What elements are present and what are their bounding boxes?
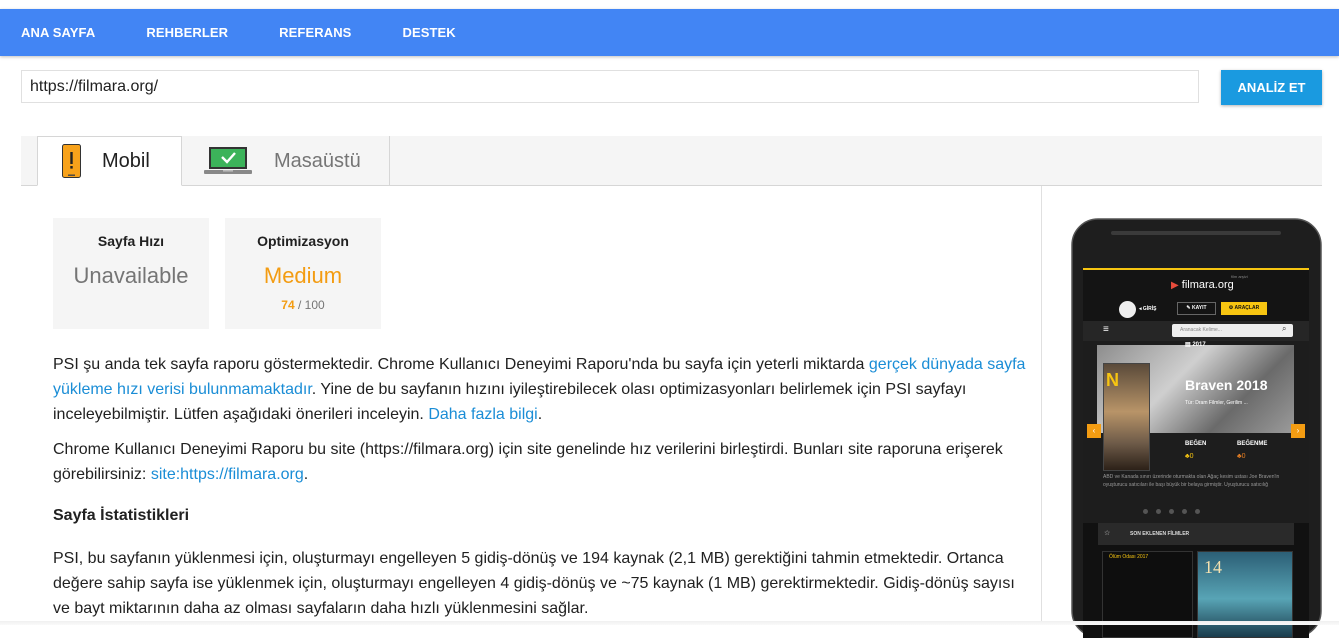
preview-login[interactable]: ◂ GİRİŞ	[1139, 306, 1157, 312]
preview-logo: ▶ filmara.org	[1171, 279, 1234, 291]
preview-tools[interactable]: ⚙ ARAÇLAR	[1221, 302, 1267, 315]
laptop-check-icon	[204, 147, 252, 174]
preview-card-1-title: Ölüm Odası 2017	[1109, 554, 1149, 560]
analyze-button[interactable]: ANALİZ ET	[1221, 70, 1322, 105]
url-input[interactable]	[21, 70, 1199, 103]
preview-search-icon: ⌕	[1282, 324, 1287, 333]
preview-like-count[interactable]: ♣0	[1185, 453, 1194, 460]
summary-paragraph: PSI şu anda tek sayfa raporu göstermekte…	[53, 352, 1028, 427]
preview-header: ▶ filmara.org film arşivi ◂ GİRİŞ ✎ KAYI…	[1083, 268, 1309, 321]
page-speed-title: Sayfa Hızı	[97, 233, 165, 249]
preview-register-label: KAYIT	[1192, 305, 1207, 311]
tab-mobile-label: Mobil	[102, 149, 150, 172]
page-stats-heading: Sayfa İstatistikleri	[53, 507, 190, 524]
optimization-score: 74 / 100	[225, 298, 381, 312]
tab-desktop[interactable]: Masaüstü	[182, 136, 390, 186]
preview-slide-description: ABD ve Kanada sınırı üzerinde oturmakta …	[1103, 474, 1280, 488]
preview-card-2-number: 14	[1204, 557, 1222, 577]
preview-dot[interactable]	[1195, 509, 1200, 514]
nav-reference[interactable]: REFERANS	[279, 25, 351, 40]
preview-register[interactable]: ✎ KAYIT	[1177, 302, 1216, 315]
optimization-score-max: / 100	[298, 298, 325, 312]
preview-avatar	[1119, 301, 1136, 318]
learn-more-link[interactable]: Daha fazla bilgi	[428, 406, 537, 423]
nav-home[interactable]: ANA SAYFA	[21, 25, 95, 40]
summary-text-1: PSI şu anda tek sayfa raporu göstermekte…	[53, 356, 869, 373]
nav-support[interactable]: DESTEK	[402, 25, 455, 40]
tab-desktop-label: Masaüstü	[274, 149, 361, 172]
site-report-link[interactable]: site:https://filmara.org	[151, 466, 304, 483]
summary-text-3: .	[537, 406, 543, 423]
content-divider	[1041, 186, 1042, 625]
optimization-score-box: Optimizasyon Medium 74 / 100	[225, 218, 381, 329]
preview-slide-title: Braven 2018	[1185, 377, 1268, 393]
preview-logo-icon: ▶	[1171, 280, 1179, 291]
preview-recent-section: ☆ SON EKLENEN FİLMLER	[1098, 523, 1294, 545]
preview-search-input[interactable]: Aranacak Kelime...	[1172, 324, 1293, 337]
top-navigation-bar: ANA SAYFA REHBERLER REFERANS DESTEK	[0, 9, 1339, 56]
mobile-preview: ▶ filmara.org film arşivi ◂ GİRİŞ ✎ KAYI…	[1071, 218, 1322, 638]
tab-mobile[interactable]: Mobil	[37, 136, 182, 186]
preview-tools-label: ARAÇLAR	[1234, 305, 1260, 311]
preview-slide-genre: Tür: Dram Filmler, Gerilim ...	[1185, 400, 1248, 406]
preview-slide-year: ▤ 2017	[1185, 342, 1206, 348]
preview-dislike-count-value: 0	[1241, 453, 1246, 460]
preview-dot[interactable]	[1169, 509, 1174, 514]
preview-like-count-value: 0	[1189, 453, 1194, 460]
preview-slider: N ▤ 2017 Braven 2018 Tür: Dram Filmler, …	[1083, 341, 1309, 523]
preview-search-row: ≡ Aranacak Kelime... ⌕	[1083, 321, 1309, 341]
preview-logo-small: film arşivi	[1231, 274, 1248, 279]
optimization-title: Optimizasyon	[257, 233, 349, 249]
page-speed-score-box: Sayfa Hızı Unavailable	[53, 218, 209, 329]
optimization-score-number: 74	[281, 298, 295, 312]
preview-star-icon: ☆	[1104, 530, 1111, 537]
mobile-phone-icon	[62, 144, 81, 178]
preview-dislike-label: BEĞENME	[1237, 441, 1268, 447]
preview-like-label: BEĞEN	[1185, 441, 1207, 447]
device-tabbar: Mobil Masaüstü	[21, 136, 1322, 186]
preview-recent-label: SON EKLENEN FİLMLER	[1130, 531, 1190, 537]
preview-slide-year-text: 2017	[1192, 342, 1206, 348]
bottom-edge	[0, 621, 1339, 625]
preview-menu-icon[interactable]: ≡	[1103, 325, 1109, 335]
preview-login-label: GİRİŞ	[1142, 306, 1157, 312]
preview-slide-poster: N	[1103, 363, 1150, 471]
nav-guides[interactable]: REHBERLER	[146, 25, 228, 40]
preview-logo-text: filmara.org	[1181, 279, 1234, 291]
origin-text-2: .	[303, 466, 309, 483]
preview-dislike-count[interactable]: ♣0	[1237, 453, 1246, 460]
optimization-value: Medium	[263, 263, 343, 288]
preview-dot[interactable]	[1182, 509, 1187, 514]
page-speed-value: Unavailable	[73, 263, 189, 288]
preview-search-placeholder: Aranacak Kelime...	[1180, 327, 1222, 333]
page-stats-paragraph: PSI, bu sayfanın yüklenmesi için, oluştu…	[53, 550, 1015, 617]
origin-paragraph: Chrome Kullanıcı Deneyimi Raporu bu site…	[53, 437, 1028, 487]
preview-slide-dots	[1143, 509, 1200, 514]
preview-poster-letter: N	[1106, 370, 1119, 390]
preview-prev-arrow[interactable]: ‹	[1087, 424, 1101, 438]
preview-dot[interactable]	[1156, 509, 1161, 514]
preview-next-arrow[interactable]: ›	[1291, 424, 1305, 438]
preview-dot[interactable]	[1143, 509, 1148, 514]
